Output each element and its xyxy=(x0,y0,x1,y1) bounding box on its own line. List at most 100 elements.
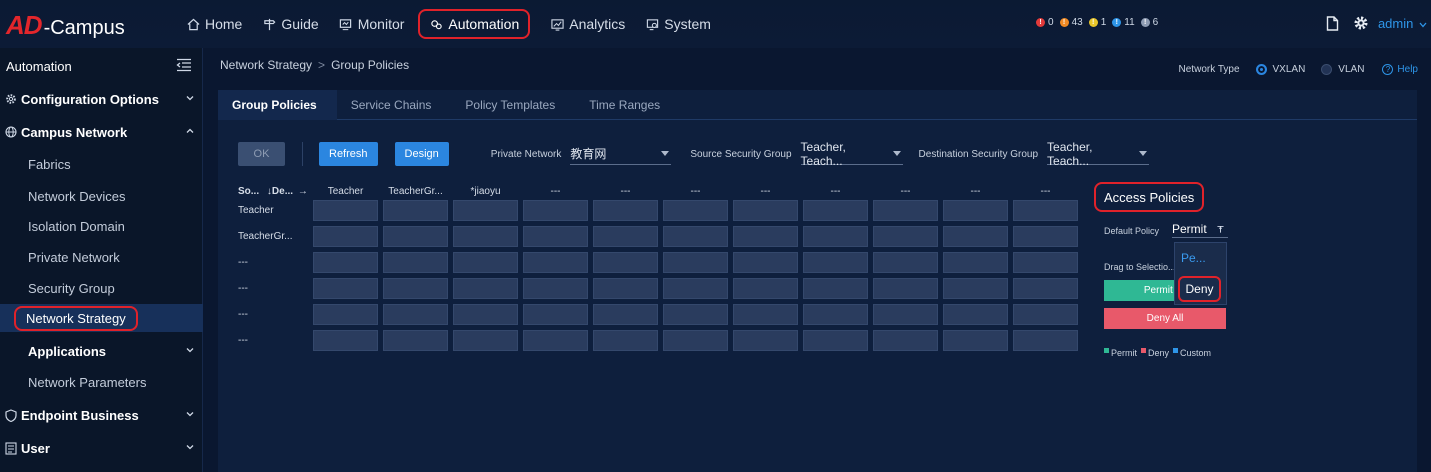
sidebar-item-security-group[interactable]: Security Group xyxy=(0,274,203,302)
sidebar-item-configuration-options[interactable]: Configuration Options xyxy=(0,85,203,113)
matrix-cell[interactable] xyxy=(873,304,938,325)
menu-collapse-icon[interactable] xyxy=(176,58,192,74)
sidebar-item-applications[interactable]: Applications xyxy=(0,337,203,365)
matrix-cell[interactable] xyxy=(1013,304,1078,325)
matrix-cell[interactable] xyxy=(733,252,798,273)
dropdown-option-deny[interactable]: Deny xyxy=(1178,276,1221,302)
sidebar-item-private-network[interactable]: Private Network xyxy=(0,243,203,271)
matrix-cell[interactable] xyxy=(383,304,448,325)
matrix-cell[interactable] xyxy=(593,226,658,247)
matrix-cell[interactable] xyxy=(733,278,798,299)
sidebar-item-network-devices[interactable]: Network Devices xyxy=(0,182,203,210)
matrix-cell[interactable] xyxy=(943,252,1008,273)
matrix-cell[interactable] xyxy=(663,226,728,247)
nav-monitor[interactable]: Monitor xyxy=(339,9,404,39)
matrix-cell[interactable] xyxy=(733,200,798,221)
matrix-cell[interactable] xyxy=(523,200,588,221)
matrix-cell[interactable] xyxy=(1013,252,1078,273)
sidebar-item-endpoint-business[interactable]: Endpoint Business xyxy=(0,401,203,429)
matrix-cell[interactable] xyxy=(383,200,448,221)
nav-home[interactable]: Home xyxy=(186,9,242,39)
matrix-cell[interactable] xyxy=(313,278,378,299)
matrix-cell[interactable] xyxy=(313,200,378,221)
matrix-cell[interactable] xyxy=(523,252,588,273)
matrix-cell[interactable] xyxy=(313,252,378,273)
document-icon[interactable] xyxy=(1324,14,1342,32)
radio-vxlan[interactable] xyxy=(1255,64,1267,75)
matrix-cell[interactable] xyxy=(593,252,658,273)
sidebar-item-fabrics[interactable]: Fabrics xyxy=(0,150,203,178)
matrix-cell[interactable] xyxy=(663,330,728,351)
matrix-cell[interactable] xyxy=(943,200,1008,221)
matrix-cell[interactable] xyxy=(873,252,938,273)
matrix-cell[interactable] xyxy=(663,252,728,273)
matrix-cell[interactable] xyxy=(523,304,588,325)
matrix-cell[interactable] xyxy=(803,252,868,273)
nav-automation[interactable]: Automation xyxy=(418,9,531,39)
matrix-cell[interactable] xyxy=(523,226,588,247)
tab-policy-templates[interactable]: Policy Templates xyxy=(451,90,575,120)
matrix-cell[interactable] xyxy=(803,304,868,325)
matrix-cell[interactable] xyxy=(873,226,938,247)
matrix-cell[interactable] xyxy=(873,278,938,299)
design-button[interactable]: Design xyxy=(394,142,449,166)
sidebar-item-isolation-domain[interactable]: Isolation Domain xyxy=(0,212,203,240)
radio-vlan[interactable] xyxy=(1321,64,1333,75)
user-menu[interactable]: admin xyxy=(1378,16,1427,31)
matrix-cell[interactable] xyxy=(733,330,798,351)
private-network-select[interactable]: 教育网 xyxy=(570,143,672,165)
matrix-cell[interactable] xyxy=(873,200,938,221)
sidebar-item-network-strategy[interactable]: Network Strategy xyxy=(0,304,203,332)
radio-vxlan-label[interactable]: VXLAN xyxy=(1273,64,1306,75)
matrix-cell[interactable] xyxy=(1013,278,1078,299)
matrix-cell[interactable] xyxy=(663,304,728,325)
alert-minor[interactable]: ! 1 xyxy=(1088,17,1106,28)
radio-vlan-label[interactable]: VLAN xyxy=(1338,64,1364,75)
matrix-cell[interactable] xyxy=(453,200,518,221)
tab-service-chains[interactable]: Service Chains xyxy=(337,90,452,120)
matrix-cell[interactable] xyxy=(313,330,378,351)
nav-analytics[interactable]: Analytics xyxy=(550,9,625,39)
sidebar-item-network-parameters[interactable]: Network Parameters xyxy=(0,368,203,396)
alert-info[interactable]: ! 6 xyxy=(1140,17,1158,28)
matrix-cell[interactable] xyxy=(803,226,868,247)
matrix-cell[interactable] xyxy=(943,330,1008,351)
nav-guide[interactable]: Guide xyxy=(262,9,319,39)
matrix-cell[interactable] xyxy=(803,330,868,351)
alert-counters[interactable]: ! 0 ! 43 ! 1 ! 11 ! 6 xyxy=(1036,17,1164,28)
alert-warning[interactable]: ! 11 xyxy=(1112,17,1135,28)
matrix-cell[interactable] xyxy=(453,304,518,325)
refresh-button[interactable]: Refresh xyxy=(319,142,378,166)
matrix-cell[interactable] xyxy=(1013,226,1078,247)
matrix-cell[interactable] xyxy=(383,278,448,299)
matrix-cell[interactable] xyxy=(1013,200,1078,221)
matrix-cell[interactable] xyxy=(453,278,518,299)
matrix-cell[interactable] xyxy=(943,278,1008,299)
alert-major[interactable]: ! 43 xyxy=(1059,17,1083,28)
matrix-cell[interactable] xyxy=(313,226,378,247)
sidebar-item-user[interactable]: User xyxy=(0,434,203,462)
deny-all-button[interactable]: Deny All xyxy=(1104,308,1226,329)
matrix-cell[interactable] xyxy=(803,200,868,221)
matrix-cell[interactable] xyxy=(733,304,798,325)
matrix-cell[interactable] xyxy=(733,226,798,247)
gear-icon[interactable] xyxy=(1352,14,1370,32)
matrix-cell[interactable] xyxy=(383,330,448,351)
sidebar-item-campus-network[interactable]: Campus Network xyxy=(0,118,203,146)
matrix-cell[interactable] xyxy=(663,278,728,299)
ok-button[interactable]: OK xyxy=(238,142,285,166)
alert-critical[interactable]: ! 0 xyxy=(1036,17,1054,28)
matrix-cell[interactable] xyxy=(663,200,728,221)
matrix-cell[interactable] xyxy=(383,226,448,247)
matrix-cell[interactable] xyxy=(593,304,658,325)
matrix-cell[interactable] xyxy=(1013,330,1078,351)
matrix-cell[interactable] xyxy=(803,278,868,299)
default-policy-select[interactable]: Permit xyxy=(1172,220,1228,238)
matrix-cell[interactable] xyxy=(593,200,658,221)
matrix-cell[interactable] xyxy=(593,278,658,299)
breadcrumb-parent[interactable]: Network Strategy xyxy=(220,58,312,72)
matrix-cell[interactable] xyxy=(873,330,938,351)
matrix-cell[interactable] xyxy=(453,226,518,247)
matrix-cell[interactable] xyxy=(383,252,448,273)
nav-system[interactable]: System xyxy=(645,9,711,39)
